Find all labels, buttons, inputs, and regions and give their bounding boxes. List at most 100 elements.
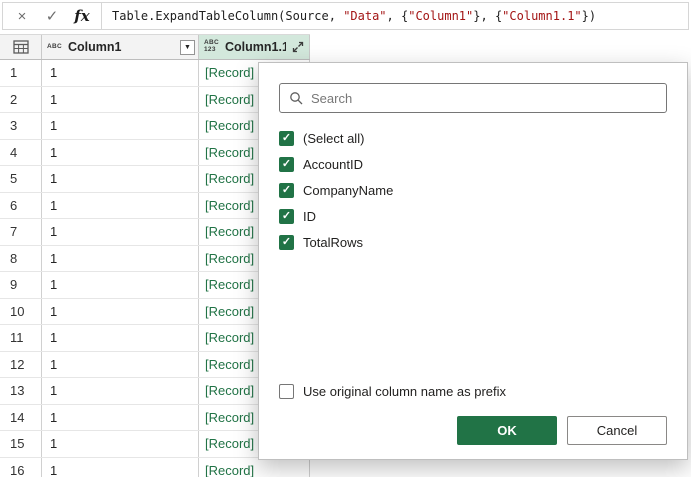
formula-token: Table.ExpandTableColumn(Source,	[112, 9, 343, 23]
column-header-column1[interactable]: ABC Column1 ▼	[42, 35, 199, 59]
column-header-column1-1[interactable]: ABC123 Column1.1	[199, 35, 310, 59]
cell-column1[interactable]: 1	[42, 405, 199, 431]
cell-column1[interactable]: 1	[42, 219, 199, 245]
formula-bar: × ✓ fx Table.ExpandTableColumn(Source, "…	[2, 2, 689, 30]
table-row: 16 1 [Record]	[0, 458, 310, 477]
check-glyph: ✓	[282, 185, 291, 196]
row-number: 14	[0, 405, 42, 431]
column-option[interactable]: ✓ AccountID	[279, 151, 667, 177]
cell-column1[interactable]: 1	[42, 325, 199, 351]
record-link[interactable]: [Record]	[205, 251, 254, 266]
cell-column1[interactable]: 1	[42, 193, 199, 219]
any-type-icon: ABC123	[204, 40, 221, 54]
formula-token: "Column1.1"	[502, 9, 581, 23]
row-number: 3	[0, 113, 42, 139]
record-link[interactable]: [Record]	[205, 224, 254, 239]
cell-column1[interactable]: 1	[42, 458, 199, 477]
row-number: 16	[0, 458, 42, 477]
record-link[interactable]: [Record]	[205, 330, 254, 345]
row-number: 5	[0, 166, 42, 192]
search-icon	[289, 91, 303, 105]
table-corner-button[interactable]	[0, 35, 42, 59]
row-number: 9	[0, 272, 42, 298]
grid-header: ABC Column1 ▼ ABC123 Column1.1	[0, 34, 310, 60]
cell-column1[interactable]: 1	[42, 140, 199, 166]
fx-icon[interactable]: fx	[67, 9, 97, 24]
table-icon	[13, 40, 29, 54]
record-link[interactable]: [Record]	[205, 118, 254, 133]
cell-column1[interactable]: 1	[42, 299, 199, 325]
row-number: 4	[0, 140, 42, 166]
prefix-option[interactable]: Use original column name as prefix	[279, 378, 667, 404]
ok-button[interactable]: OK	[457, 416, 557, 445]
formula-token: }, {	[473, 9, 502, 23]
cell-column1[interactable]: 1	[42, 378, 199, 404]
checkbox-icon[interactable]: ✓	[279, 235, 294, 250]
checkbox-icon[interactable]: ✓	[279, 209, 294, 224]
row-number: 10	[0, 299, 42, 325]
row-number: 8	[0, 246, 42, 272]
record-link[interactable]: [Record]	[205, 65, 254, 80]
record-link[interactable]: [Record]	[205, 383, 254, 398]
filter-dropdown-button[interactable]: ▼	[180, 40, 195, 55]
cell-column1[interactable]: 1	[42, 246, 199, 272]
column-option-label: ID	[303, 209, 316, 224]
checkbox-icon[interactable]: ✓	[279, 131, 294, 146]
row-number: 13	[0, 378, 42, 404]
cell-column1[interactable]: 1	[42, 352, 199, 378]
record-link[interactable]: [Record]	[205, 92, 254, 107]
formula-token: , {	[387, 9, 409, 23]
row-number: 1	[0, 60, 42, 86]
record-link[interactable]: [Record]	[205, 357, 254, 372]
formula-bar-actions: × ✓ fx	[3, 3, 102, 29]
record-link[interactable]: [Record]	[205, 463, 254, 477]
dialog-buttons: OK Cancel	[279, 416, 667, 445]
row-number: 2	[0, 87, 42, 113]
cancel-formula-icon[interactable]: ×	[7, 9, 37, 24]
record-link[interactable]: [Record]	[205, 198, 254, 213]
check-glyph: ✓	[282, 133, 291, 144]
column-option-label: TotalRows	[303, 235, 363, 250]
checkbox-icon[interactable]: ✓	[279, 157, 294, 172]
check-glyph: ✓	[282, 159, 291, 170]
record-link[interactable]: [Record]	[205, 171, 254, 186]
column-option[interactable]: ✓ (Select all)	[279, 125, 667, 151]
cell-column1[interactable]: 1	[42, 166, 199, 192]
checkbox-icon[interactable]: ✓	[279, 183, 294, 198]
expand-column-icon[interactable]	[290, 39, 306, 55]
cell-column1[interactable]: 1	[42, 113, 199, 139]
cancel-button[interactable]: Cancel	[567, 416, 667, 445]
formula-token: })	[582, 9, 596, 23]
expand-column-dialog: ✓ (Select all) ✓ AccountID ✓ CompanyName…	[258, 62, 688, 460]
commit-formula-icon[interactable]: ✓	[37, 9, 67, 24]
cell-column1[interactable]: 1	[42, 87, 199, 113]
record-link[interactable]: [Record]	[205, 277, 254, 292]
prefix-checkbox-icon[interactable]	[279, 384, 294, 399]
cell-column1-1[interactable]: [Record]	[199, 458, 310, 477]
search-box[interactable]	[279, 83, 667, 113]
row-number: 15	[0, 431, 42, 457]
column-option[interactable]: ✓ TotalRows	[279, 229, 667, 255]
cell-column1[interactable]: 1	[42, 272, 199, 298]
prefix-option-label: Use original column name as prefix	[303, 384, 506, 399]
search-input[interactable]	[311, 91, 657, 106]
row-number: 12	[0, 352, 42, 378]
row-number: 7	[0, 219, 42, 245]
column-option-label: (Select all)	[303, 131, 364, 146]
column-header-label: Column1	[68, 40, 176, 54]
record-link[interactable]: [Record]	[205, 304, 254, 319]
column-options-list: ✓ (Select all) ✓ AccountID ✓ CompanyName…	[279, 125, 667, 255]
column-option[interactable]: ✓ ID	[279, 203, 667, 229]
column-header-label: Column1.1	[225, 40, 286, 54]
record-link[interactable]: [Record]	[205, 145, 254, 160]
record-link[interactable]: [Record]	[205, 410, 254, 425]
record-link[interactable]: [Record]	[205, 436, 254, 451]
check-glyph: ✓	[282, 237, 291, 248]
formula-text[interactable]: Table.ExpandTableColumn(Source, "Data", …	[102, 3, 688, 29]
row-number: 6	[0, 193, 42, 219]
column-option-label: AccountID	[303, 157, 363, 172]
column-option[interactable]: ✓ CompanyName	[279, 177, 667, 203]
cell-column1[interactable]: 1	[42, 431, 199, 457]
cell-column1[interactable]: 1	[42, 60, 199, 86]
check-glyph: ✓	[282, 211, 291, 222]
